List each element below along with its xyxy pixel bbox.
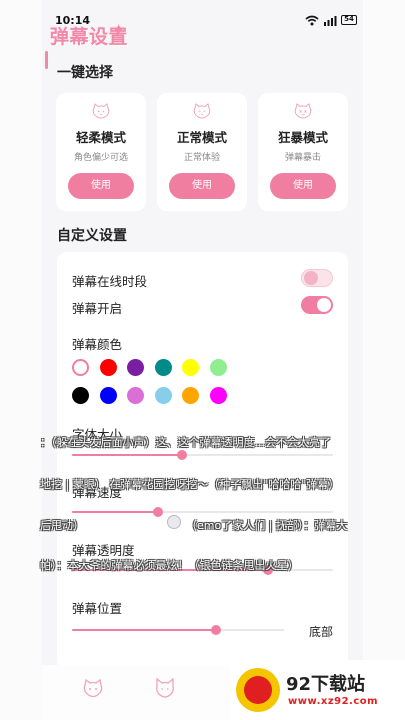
color-swatch[interactable] (154, 359, 172, 376)
watermark-name: 92下载站 (286, 674, 366, 695)
color-swatch[interactable] (72, 387, 89, 404)
danmaku-comment: ：（躲在头发后面小声）这、这个弹幕透明度...会不会太亮了 (40, 436, 331, 449)
title-accent-bar (45, 51, 48, 69)
wifi-icon (305, 15, 319, 25)
position-slider[interactable] (72, 624, 284, 636)
mode-card-wild: 狂暴模式 弹幕暴击 使用 (258, 93, 348, 211)
danmaku-comment: 帕）：本大爷的弹幕必须最炫！（银色链条甩出火星） (40, 559, 299, 572)
toggle-knob (317, 298, 331, 312)
color-swatch[interactable] (182, 387, 199, 404)
use-button-gentle[interactable]: 使用 (68, 173, 134, 199)
color-swatch[interactable] (99, 359, 117, 376)
color-swatch[interactable] (72, 359, 89, 376)
color-swatch[interactable] (99, 387, 117, 404)
toggle-knob (304, 271, 318, 285)
position-label: 弹幕位置 (72, 601, 123, 616)
slider-thumb[interactable] (176, 450, 187, 460)
mode-desc: 弹幕暴击 (284, 153, 321, 163)
danmaku-enabled-toggle[interactable] (301, 296, 333, 314)
right-margin (363, 0, 405, 720)
slider-thumb[interactable] (211, 625, 222, 635)
slider-fill (72, 629, 217, 631)
battery-icon: 54 (341, 15, 357, 25)
danmaku-enabled-label: 弹幕开启 (72, 301, 123, 316)
danmaku-comment: （emo了家人们 | 抚部）：弹幕大 (186, 519, 348, 532)
cat-face-icon (193, 103, 211, 119)
danmaku-avatar (167, 515, 181, 529)
mode-desc: 正常体验 (183, 153, 220, 163)
slider-thumb[interactable] (153, 507, 164, 517)
mode-card-gentle: 轻柔模式 角色偏少可选 使用 (56, 93, 146, 211)
color-swatch[interactable] (209, 359, 227, 376)
mode-title: 轻柔模式 (75, 130, 126, 145)
slider-fill (72, 454, 182, 456)
color-swatch[interactable] (182, 359, 199, 376)
section-title-custom: 自定义设置 (57, 228, 127, 244)
color-swatch[interactable] (209, 387, 227, 404)
mode-title: 狂暴模式 (277, 130, 328, 145)
left-margin (0, 0, 42, 720)
danmaku-comment: 后甩动） (40, 519, 84, 532)
battery-level: 54 (344, 15, 354, 23)
mode-card-normal: 正常模式 正常体验 使用 (157, 93, 247, 211)
angry-cat-face-icon (294, 103, 312, 119)
screen: 10:14 54 弹幕设置 ✦ 一键选择 轻柔模式 角色偏少可选 使用 正常模式… (0, 0, 405, 720)
cat-face-icon[interactable] (82, 678, 104, 698)
color-label: 弹幕颜色 (72, 337, 123, 352)
status-icons: 54 (305, 15, 357, 26)
color-swatch[interactable] (127, 387, 144, 404)
watermark-url: www.xz92.com (288, 696, 379, 707)
online-period-toggle[interactable] (301, 269, 333, 287)
color-swatch[interactable] (154, 387, 172, 404)
use-button-normal[interactable]: 使用 (169, 173, 235, 199)
position-value: 底部 (309, 625, 334, 639)
watermark-logo (236, 668, 280, 712)
cat-head-icon[interactable] (154, 678, 176, 698)
mode-desc: 角色偏少可选 (73, 153, 128, 163)
mode-title: 正常模式 (176, 130, 227, 145)
online-period-label: 弹幕在线时段 (72, 274, 148, 289)
use-button-wild[interactable]: 使用 (270, 173, 336, 199)
watermark: 92下载站 www.xz92.com (230, 660, 405, 720)
signal-icon (324, 15, 337, 26)
font-size-slider[interactable] (72, 449, 333, 461)
danmaku-comment: 地挖 | 蒙眼） 在弹幕花园挖呀挖～（种子飘出"哈哈哈"弹幕） (40, 478, 340, 491)
watermark-logo-inner (244, 676, 272, 704)
color-swatch[interactable] (127, 359, 144, 376)
slider-fill (72, 511, 159, 513)
sparkle-icon: ✦ (112, 20, 126, 39)
cat-face-icon (92, 103, 110, 119)
section-title-presets: 一键选择 (57, 65, 113, 81)
